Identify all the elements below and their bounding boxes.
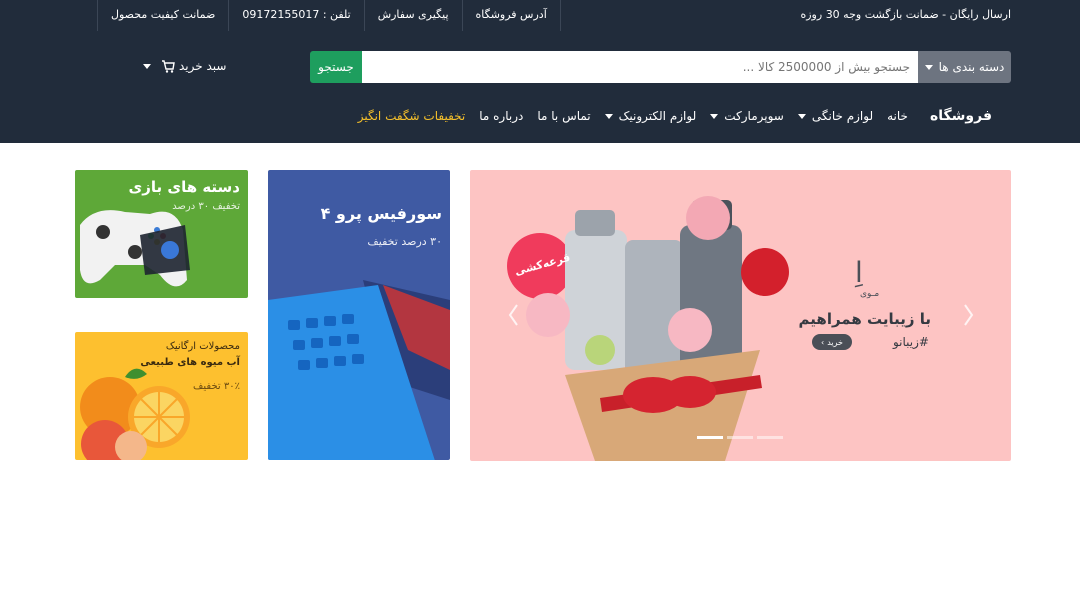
nav-item-electronics[interactable]: لوازم الکترونیک [604, 109, 697, 123]
buy-label: خرید [827, 337, 843, 347]
top-links: آدرس فروشگاه پیگیری سفارش تلفن : 0917215… [97, 0, 561, 31]
slider-dot[interactable] [757, 436, 783, 439]
search-button[interactable]: جستجو [310, 51, 362, 83]
promo-text: ارسال رایگان - ضمانت بازگشت وجه 30 روزه [800, 8, 1011, 21]
brand-logo-mark: اِ [855, 256, 863, 289]
nav-label: تماس با ما [537, 109, 591, 123]
promo-tile-organic[interactable]: محصولات ارگانیک آب میوه های طبیعی ۳۰٪ تخ… [75, 332, 248, 460]
chevron-left-icon: ‹ [821, 337, 825, 347]
chevron-down-icon [143, 63, 151, 69]
hero-hashtag: #زیبانو [892, 335, 929, 349]
nav-label: خانه [887, 109, 908, 123]
chevron-down-icon [604, 113, 613, 119]
nav-item-contact[interactable]: تماس با ما [537, 109, 590, 123]
cart-button[interactable]: سبد خرید [143, 59, 226, 73]
chevron-down-icon [710, 113, 719, 119]
tile-title: سورفیس پرو ۴ [320, 204, 442, 223]
search-bar: جستجو دسته بندی ها [310, 51, 1011, 83]
search-input[interactable] [362, 51, 918, 83]
main-nav: فروشگاه خانه لوازم خانگی سوپرمارکت لوازم… [344, 108, 992, 124]
nav-item-home-appliances[interactable]: لوازم خانگی [797, 109, 874, 123]
promo-tile-game-controllers[interactable]: دسته های بازی تخفیف ۳۰ درصد [75, 170, 248, 298]
chevron-down-icon [797, 113, 806, 119]
top-link-quality-guarantee[interactable]: ضمانت کیفیت محصول [97, 0, 228, 31]
slider-next-button[interactable] [952, 295, 982, 335]
top-bar: ارسال رایگان - ضمانت بازگشت وجه 30 روزه … [0, 0, 1080, 31]
tile-title: دسته های بازی [128, 178, 240, 196]
top-link-store-address[interactable]: آدرس فروشگاه [461, 0, 561, 31]
nav-label: لوازم الکترونیک [618, 109, 697, 123]
slider-indicators [697, 436, 783, 439]
tile-discount: ۳۰٪ تخفیف [193, 381, 240, 392]
category-label: دسته بندی ها [938, 60, 1005, 74]
nav-item-home[interactable]: خانه [887, 109, 908, 123]
nav-label: لوازم خانگی [811, 109, 874, 123]
slider-prev-button[interactable] [500, 295, 530, 335]
cart-icon [162, 59, 175, 73]
brand-logo-sub: مـوی [860, 289, 880, 299]
nav-label: درباره ما [479, 109, 524, 123]
slider-dot-active[interactable] [697, 436, 723, 439]
promo-tile-surface[interactable]: سورفیس پرو ۴ ۳۰ درصد تخفیف [268, 170, 450, 460]
brand-logo[interactable]: فروشگاه [930, 108, 992, 124]
top-link-track-order[interactable]: پیگیری سفارش [363, 0, 462, 31]
nav-item-supermarket[interactable]: سوپرمارکت [710, 109, 784, 123]
nav-item-amazing-offers[interactable]: تخفیفات شگفت انگیز [358, 109, 466, 123]
site-header: ارسال رایگان - ضمانت بازگشت وجه 30 روزه … [0, 0, 1080, 143]
hero-buy-button[interactable]: ‹ خرید [812, 334, 852, 350]
tile-subtitle: تخفیف ۳۰ درصد [172, 201, 240, 212]
hero-slider[interactable]: قرعه‌کشی اِ مـوی با زیبایت همراهیم #زیبا… [470, 170, 1011, 461]
tile-title: محصولات ارگانیک [165, 341, 240, 352]
category-dropdown[interactable]: دسته بندی ها [918, 51, 1011, 83]
hero-headline: با زیبایت همراهیم [798, 310, 931, 328]
top-link-phone[interactable]: تلفن : 09172155017 [228, 0, 363, 31]
slider-dot[interactable] [727, 436, 753, 439]
chevron-down-icon [924, 64, 933, 70]
tile-subtitle: آب میوه های طبیعی [140, 357, 240, 368]
nav-label: سوپرمارکت [724, 109, 784, 123]
nav-item-about[interactable]: درباره ما [479, 109, 523, 123]
cart-label: سبد خرید [179, 59, 227, 73]
tile-subtitle: ۳۰ درصد تخفیف [367, 235, 442, 248]
